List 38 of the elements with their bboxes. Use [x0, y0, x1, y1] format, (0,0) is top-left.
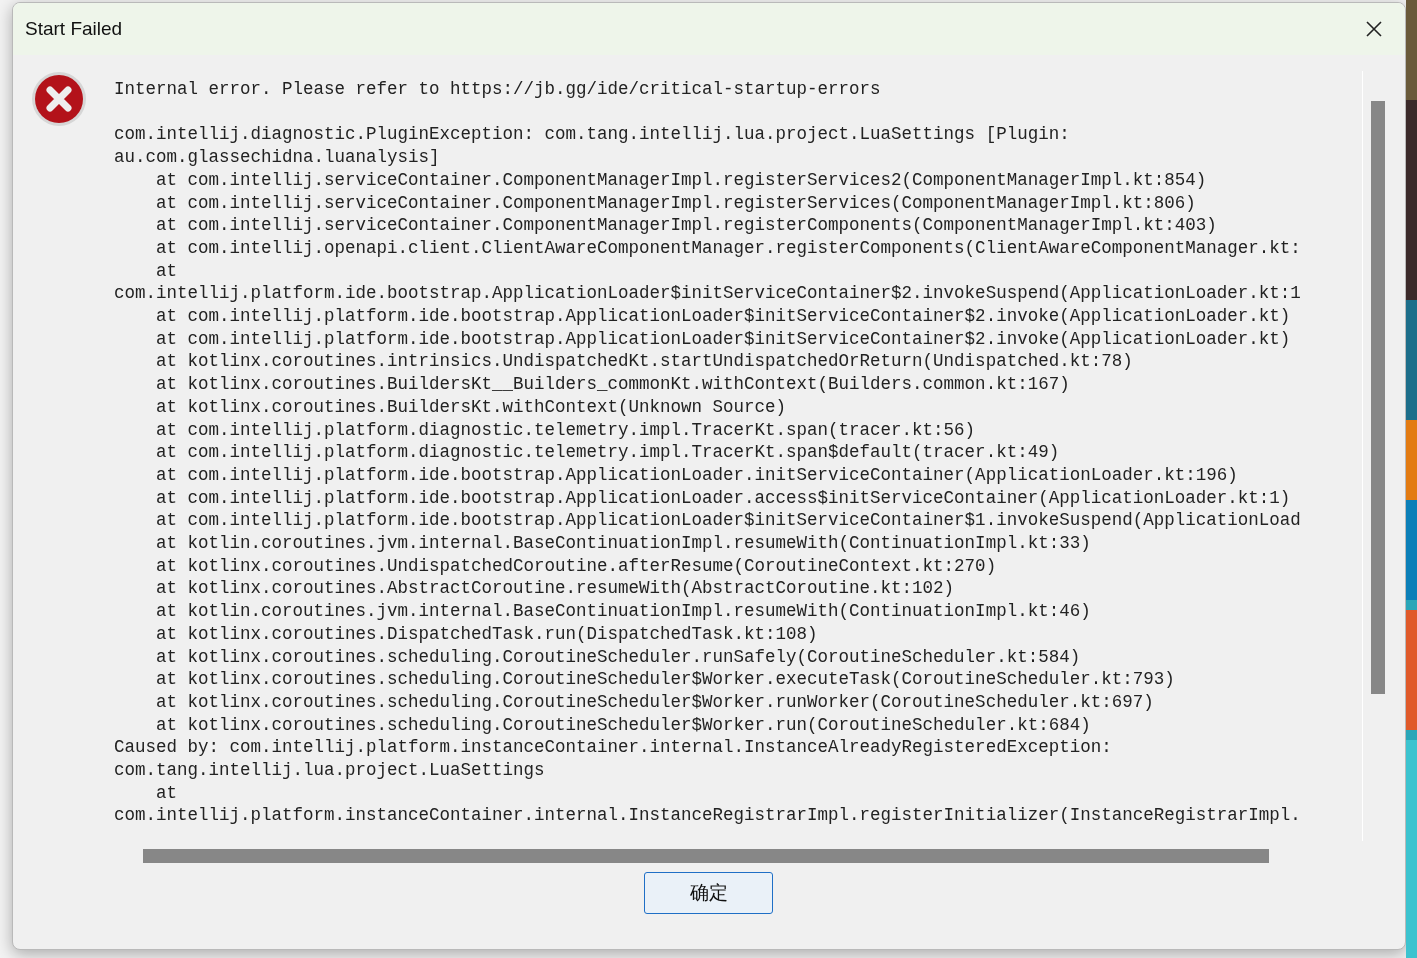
- stack-trace-line: at: [155, 259, 178, 283]
- stack-trace-line: at kotlinx.coroutines.scheduling.CoroutineScheduler.runSafely(CoroutineScheduler.kt:584): [155, 645, 1082, 669]
- stack-trace-line: com.tang.intellij.lua.project.LuaSettings: [114, 759, 546, 782]
- stack-trace-line: at com.intellij.serviceContainer.ComponentManagerImpl.registerServices2(ComponentManagerImpl.kt:854): [155, 168, 1208, 192]
- stack-trace-line: at com.intellij.platform.ide.bootstrap.ApplicationLoader$initServiceContainer$1.invokeSuspend(ApplicationLoad: [155, 509, 1302, 533]
- stack-trace-line: at kotlinx.coroutines.DispatchedTask.run(DispatchedTask.kt:108): [155, 622, 819, 646]
- stack-trace-line: at: [155, 781, 178, 805]
- vertical-scrollbar[interactable]: [1371, 101, 1385, 694]
- stack-trace-line: at kotlinx.coroutines.scheduling.CoroutineScheduler$Worker.run(CoroutineScheduler.kt:684): [155, 713, 1092, 737]
- stack-trace-line: at kotlinx.coroutines.scheduling.CoroutineScheduler$Worker.executeTask(CoroutineScheduler.kt:793): [155, 668, 1176, 691]
- stack-trace-line: Caused by: com.intellij.platform.instanceContainer.internal.InstanceAlreadyRegisteredException:: [114, 736, 1113, 760]
- ok-button[interactable]: 确定: [644, 872, 774, 914]
- stack-trace-line: at kotlinx.coroutines.intrinsics.UndispatchedKt.startUndispatchedOrReturn(Undispatched.kt:78): [155, 350, 1134, 374]
- stack-trace-line: at kotlin.coroutines.jvm.internal.BaseContinuationImpl.resumeWith(ContinuationImpl.kt:46): [155, 600, 1092, 623]
- stack-trace-line: at kotlinx.coroutines.BuildersKt.withContext(Unknown Source): [155, 395, 788, 419]
- stack-trace-line: at com.intellij.platform.ide.bootstrap.ApplicationLoader$initServiceContainer$2.invoke(ApplicationLoader.kt): [155, 327, 1292, 351]
- stack-trace-line: at com.intellij.platform.diagnostic.telemetry.impl.TracerKt.span(tracer.kt:56): [155, 418, 977, 442]
- stack-trace-line: at kotlin.coroutines.jvm.internal.BaseContinuationImpl.resumeWith(ContinuationImpl.kt:33): [155, 532, 1092, 555]
- stack-trace-line: au.com.glassechidna.luanalysis]: [114, 146, 441, 169]
- error-icon: [31, 71, 87, 127]
- stack-trace-line: at kotlinx.coroutines.UndispatchedCoroutine.afterResume(CoroutineContext.kt:270): [155, 554, 998, 578]
- stack-trace-line: at com.intellij.serviceContainer.ComponentManagerImpl.registerServices(ComponentManagerImpl.kt:806): [155, 191, 1197, 215]
- close-icon: [1365, 20, 1383, 38]
- error-message: Internal error. Please refer to https://jb.gg/ide/critical-startup-errors: [114, 78, 882, 101]
- horizontal-scrollbar[interactable]: [143, 849, 1269, 863]
- stack-trace-line: com.intellij.platform.ide.bootstrap.ApplicationLoader$initServiceContainer$2.invokeSuspend(ApplicationLoader.kt:1: [114, 282, 1302, 305]
- window-title: Start Failed: [25, 18, 123, 40]
- stack-trace-line: com.intellij.platform.instanceContainer.internal.InstanceRegistrarImpl.registerInitializer(InstanceRegistrarImpl.: [114, 804, 1302, 828]
- stack-trace-line: at com.intellij.platform.ide.bootstrap.ApplicationLoader.initServiceContainer(ApplicationLoader.kt:196): [155, 463, 1239, 487]
- stack-trace-line: at com.intellij.platform.ide.bootstrap.ApplicationLoader.access$initServiceContainer(ApplicationLoader.kt:1): [155, 486, 1292, 510]
- stack-trace-line: at kotlinx.coroutines.scheduling.CoroutineScheduler$Worker.runWorker(CoroutineScheduler.kt:697): [155, 690, 1155, 714]
- stack-trace-line: at com.intellij.openapi.client.ClientAwareComponentManager.registerComponents(ClientAwareComponentManager.kt:: [155, 236, 1302, 260]
- stack-trace-line: at com.intellij.platform.diagnostic.telemetry.impl.TracerKt.span$default(tracer.kt:49): [155, 441, 1061, 464]
- stack-trace-line: com.intellij.diagnostic.PluginException: com.tang.intellij.lua.project.LuaSettings [Plugin:: [114, 123, 1071, 147]
- stack-trace-line: at com.intellij.serviceContainer.ComponentManagerImpl.registerComponents(ComponentManagerImpl.kt:403): [155, 214, 1218, 237]
- stack-trace-line: at com.intellij.platform.ide.bootstrap.ApplicationLoader$initServiceContainer$2.invoke(ApplicationLoader.kt): [155, 305, 1292, 328]
- stack-trace-line: at kotlinx.coroutines.AbstractCoroutine.resumeWith(AbstractCoroutine.kt:102): [155, 577, 956, 601]
- stack-trace-line: at kotlinx.coroutines.BuildersKt__Builders_commonKt.withContext(Builders.common.kt:167): [155, 373, 1071, 396]
